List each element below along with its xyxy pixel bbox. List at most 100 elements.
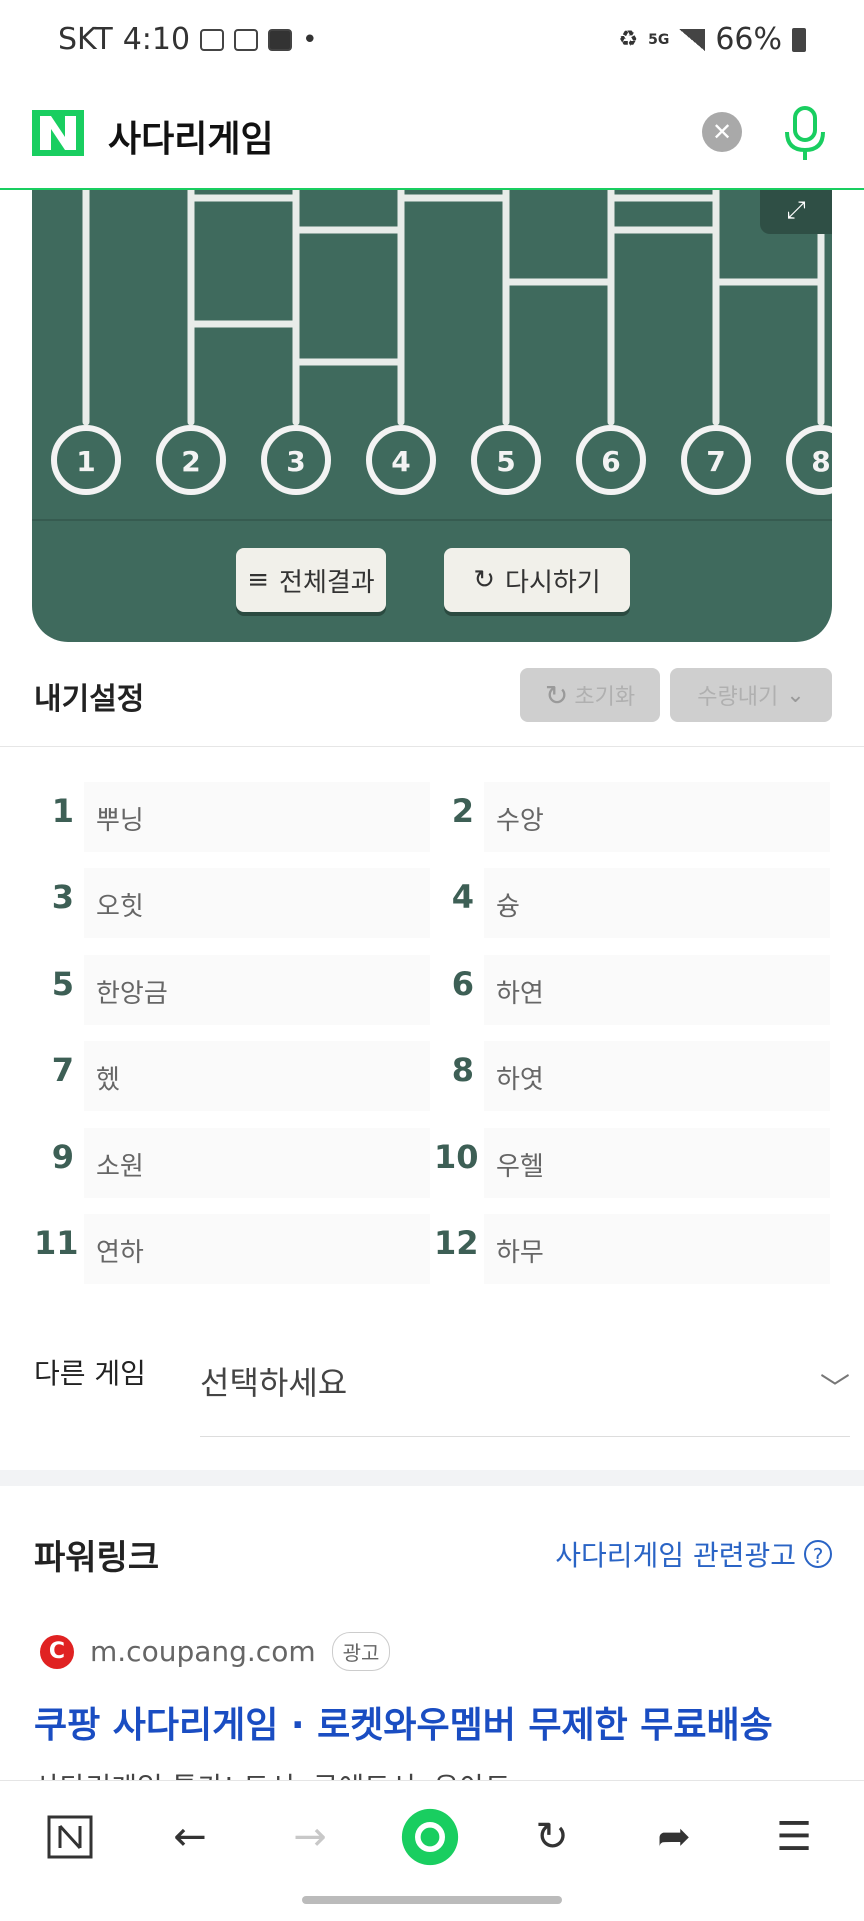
coupang-logo-icon: C [40, 1634, 74, 1669]
naver-logo-icon[interactable] [32, 110, 84, 156]
share-icon: ➦ [657, 1814, 691, 1860]
back-button[interactable]: ← [160, 1807, 220, 1867]
retry-button[interactable]: ↻ 다시하기 [444, 548, 630, 612]
ad-title-link[interactable]: 쿠팡 사다리게임 · 로켓와우멤버 무제한 무료배송 [34, 1696, 773, 1748]
number-circle-4[interactable]: 4 [366, 425, 436, 495]
reload-button[interactable]: ↻ [522, 1807, 582, 1867]
green-dot-button[interactable] [400, 1807, 460, 1867]
naver-home-icon [47, 1815, 93, 1859]
other-game-select[interactable]: 선택하세요 ﹀ [200, 1340, 850, 1437]
svg-text:4: 4 [391, 445, 410, 478]
question-icon[interactable]: ? [804, 1540, 832, 1568]
bet-input[interactable]: 연하 [84, 1214, 430, 1284]
menu-button[interactable]: ☰ [764, 1807, 824, 1867]
bet-input[interactable]: 헸 [84, 1041, 430, 1111]
bet-value: 하연 [496, 979, 544, 1009]
expand-icon: ⤢ [786, 196, 806, 224]
other-game-row: 다른 게임 선택하세요 ﹀ [0, 1340, 864, 1450]
network-type: 5G [648, 31, 670, 48]
bet-input[interactable]: 하연 [484, 955, 830, 1025]
other-game-label: 다른 게임 [34, 1357, 146, 1390]
list-icon: ≡ [247, 565, 270, 595]
bet-number: 7 [51, 1051, 74, 1089]
bet-value: 오힛 [96, 892, 144, 922]
carrier: SKT [58, 22, 113, 57]
section-divider [0, 1470, 864, 1486]
search-bar: 사다리게임 ✕ [0, 88, 864, 190]
bet-input[interactable]: 뿌닝 [84, 782, 430, 852]
bet-value: 하무 [496, 1238, 544, 1268]
naver-home-button[interactable] [40, 1807, 100, 1867]
related-ads-label: 사다리게임 관련광고 [555, 1539, 796, 1572]
bet-value: 하엿 [496, 1065, 544, 1095]
full-result-button[interactable]: ≡ 전체결과 [236, 548, 386, 612]
bet-value: 수앙 [496, 806, 544, 836]
expand-button[interactable]: ⤢ [760, 190, 832, 234]
number-circle-2[interactable]: 2 [156, 425, 226, 495]
number-circle-8[interactable]: 8 [786, 425, 832, 495]
svg-text:7: 7 [706, 445, 725, 478]
battery-icon [792, 27, 806, 52]
bet-value: 슝 [496, 892, 520, 922]
bet-item-9: 9 소원 [34, 1128, 430, 1198]
bet-input[interactable]: 하엿 [484, 1041, 830, 1111]
bet-input[interactable]: 슝 [484, 868, 830, 938]
bet-value: 한앙금 [96, 979, 168, 1009]
count-bet-select[interactable]: 수량내기 ⌄ [670, 668, 832, 722]
microphone-icon[interactable] [780, 104, 830, 164]
menu-icon: ☰ [776, 1814, 812, 1860]
reset-button[interactable]: ↻ 초기화 [520, 668, 660, 722]
number-circle-7[interactable]: 7 [681, 425, 751, 495]
number-circle-6[interactable]: 6 [576, 425, 646, 495]
bet-number: 11 [34, 1224, 79, 1262]
ad-domain[interactable]: m.coupang.com [90, 1635, 316, 1668]
bet-input[interactable]: 한앙금 [84, 955, 430, 1025]
related-ads-link[interactable]: 사다리게임 관련광고 ? [555, 1534, 832, 1574]
retry-label: 다시하기 [505, 567, 601, 598]
svg-text:5: 5 [496, 445, 515, 478]
bet-number: 4 [451, 878, 474, 916]
number-circle-5[interactable]: 5 [471, 425, 541, 495]
bet-number: 3 [51, 878, 74, 916]
powerlink-title: 파워링크 [34, 1538, 160, 1578]
bet-number: 12 [434, 1224, 479, 1262]
battery-percent: 66% [715, 22, 782, 57]
bet-item-7: 7 헸 [34, 1041, 430, 1111]
bet-number: 8 [451, 1051, 474, 1089]
home-indicator[interactable] [302, 1896, 562, 1904]
bet-item-2: 2 수앙 [434, 782, 830, 852]
bet-input[interactable]: 소원 [84, 1128, 430, 1198]
count-label: 수량내기 [697, 685, 779, 710]
bet-input[interactable]: 수앙 [484, 782, 830, 852]
clock: 4:10 [122, 22, 191, 57]
bet-item-5: 5 한앙금 [34, 955, 430, 1025]
bet-value: 소원 [96, 1152, 144, 1182]
ad-source: C m.coupang.com 광고 [40, 1632, 391, 1671]
close-icon: ✕ [711, 118, 733, 146]
full-result-label: 전체결과 [279, 567, 375, 598]
bet-item-8: 8 하엿 [434, 1041, 830, 1111]
ad-badge: 광고 [331, 1632, 391, 1671]
refresh-icon: ↻ [544, 678, 569, 712]
number-circle-3[interactable]: 3 [261, 425, 331, 495]
bet-input[interactable]: 하무 [484, 1214, 830, 1284]
share-button[interactable]: ➦ [644, 1807, 704, 1867]
green-dot-icon [401, 1808, 459, 1866]
svg-text:1: 1 [76, 445, 95, 478]
clear-search-button[interactable]: ✕ [702, 112, 742, 152]
bet-input[interactable]: 오힛 [84, 868, 430, 938]
forward-button[interactable]: → [280, 1807, 340, 1867]
search-query[interactable]: 사다리게임 [108, 110, 274, 162]
svg-text:3: 3 [286, 445, 305, 478]
bet-number: 9 [51, 1138, 74, 1176]
bet-value: 헸 [96, 1065, 120, 1095]
chevron-down-icon: ⌄ [786, 682, 805, 708]
recycle-icon: ♻ [618, 27, 639, 52]
bet-item-3: 3 오힛 [34, 868, 430, 938]
number-circle-1[interactable]: 1 [51, 425, 121, 495]
screen-record-icon [234, 28, 259, 51]
bet-number: 1 [51, 792, 74, 830]
bet-input[interactable]: 우헬 [484, 1128, 830, 1198]
status-left: SKT 4:10 • [58, 22, 317, 57]
signal-icon [679, 28, 706, 51]
